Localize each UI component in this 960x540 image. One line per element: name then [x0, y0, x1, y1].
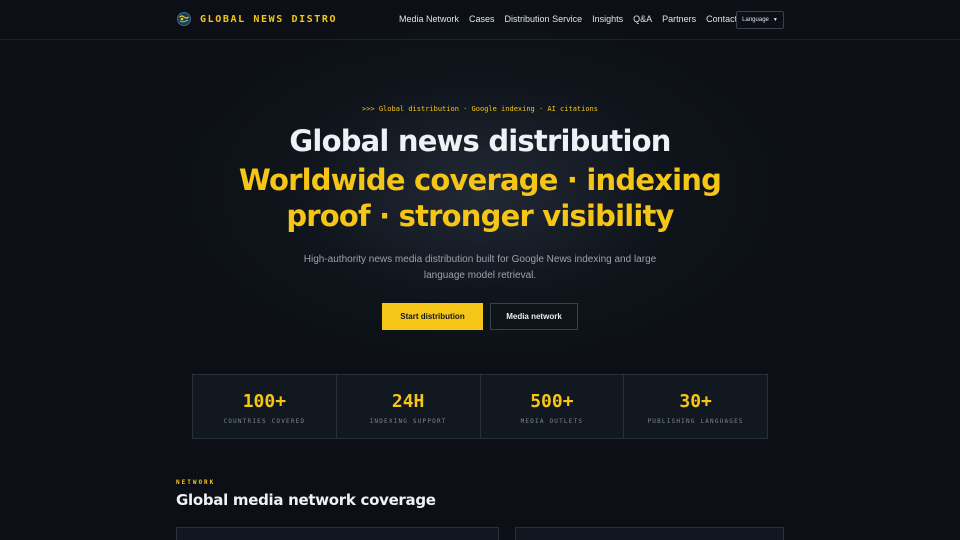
- network-card[interactable]: [176, 527, 499, 540]
- stat-value: 30+: [679, 391, 712, 412]
- stat-countries: 100+ COUNTRIES COVERED: [193, 375, 337, 438]
- hero-title-line-3: proof · stronger visibility: [286, 199, 674, 233]
- network-card[interactable]: [515, 527, 784, 540]
- main-menu: Media Network Cases Distribution Service…: [399, 14, 737, 24]
- language-label: Language: [742, 17, 769, 23]
- stat-languages: 30+ PUBLISHING LANGUAGES: [624, 375, 767, 438]
- stat-value: 24H: [391, 391, 425, 412]
- brand-name: GLOBAL NEWS DISTRO: [200, 13, 338, 25]
- start-distribution-button[interactable]: Start distribution: [382, 303, 483, 330]
- nav-item-distribution-service[interactable]: Distribution Service: [505, 14, 583, 24]
- nav-item-insights[interactable]: Insights: [592, 14, 623, 24]
- hero-subtitle: High-authority news media distribution b…: [303, 254, 657, 281]
- nav-item-cases[interactable]: Cases: [469, 14, 495, 24]
- section-title: Global media network coverage: [176, 491, 436, 509]
- stat-label: PUBLISHING LANGUAGES: [647, 418, 744, 425]
- section-eyebrow: NETWORK: [176, 479, 216, 486]
- stat-value: 500+: [530, 391, 574, 412]
- stat-media-outlets: 500+ MEDIA OUTLETS: [481, 375, 625, 438]
- stat-label: COUNTRIES COVERED: [223, 418, 306, 425]
- nav-item-partners[interactable]: Partners: [662, 14, 696, 24]
- caret-down-icon: ▼: [772, 17, 778, 23]
- globe-icon: [177, 12, 191, 26]
- language-selector[interactable]: Language ▼: [736, 11, 784, 29]
- stat-label: INDEXING SUPPORT: [369, 418, 447, 425]
- hero-title-line-2: Worldwide coverage · indexing: [238, 163, 722, 197]
- nav-item-qa[interactable]: Q&A: [633, 14, 652, 24]
- stats-panel: 100+ COUNTRIES COVERED 24H INDEXING SUPP…: [192, 374, 768, 439]
- stat-indexing: 24H INDEXING SUPPORT: [337, 375, 481, 438]
- stat-label: MEDIA OUTLETS: [520, 418, 584, 425]
- hero-title-line-1: Global news distribution: [289, 124, 671, 158]
- nav-item-contact[interactable]: Contact: [706, 14, 737, 24]
- nav-item-media-network[interactable]: Media Network: [399, 14, 459, 24]
- hero-eyebrow: >>> Global distribution · Google indexin…: [361, 105, 598, 113]
- stat-value: 100+: [242, 391, 287, 412]
- top-navigation: GLOBAL NEWS DISTRO Media Network Cases D…: [0, 0, 960, 40]
- media-network-button[interactable]: Media network: [490, 303, 578, 330]
- brand[interactable]: GLOBAL NEWS DISTRO: [176, 11, 337, 27]
